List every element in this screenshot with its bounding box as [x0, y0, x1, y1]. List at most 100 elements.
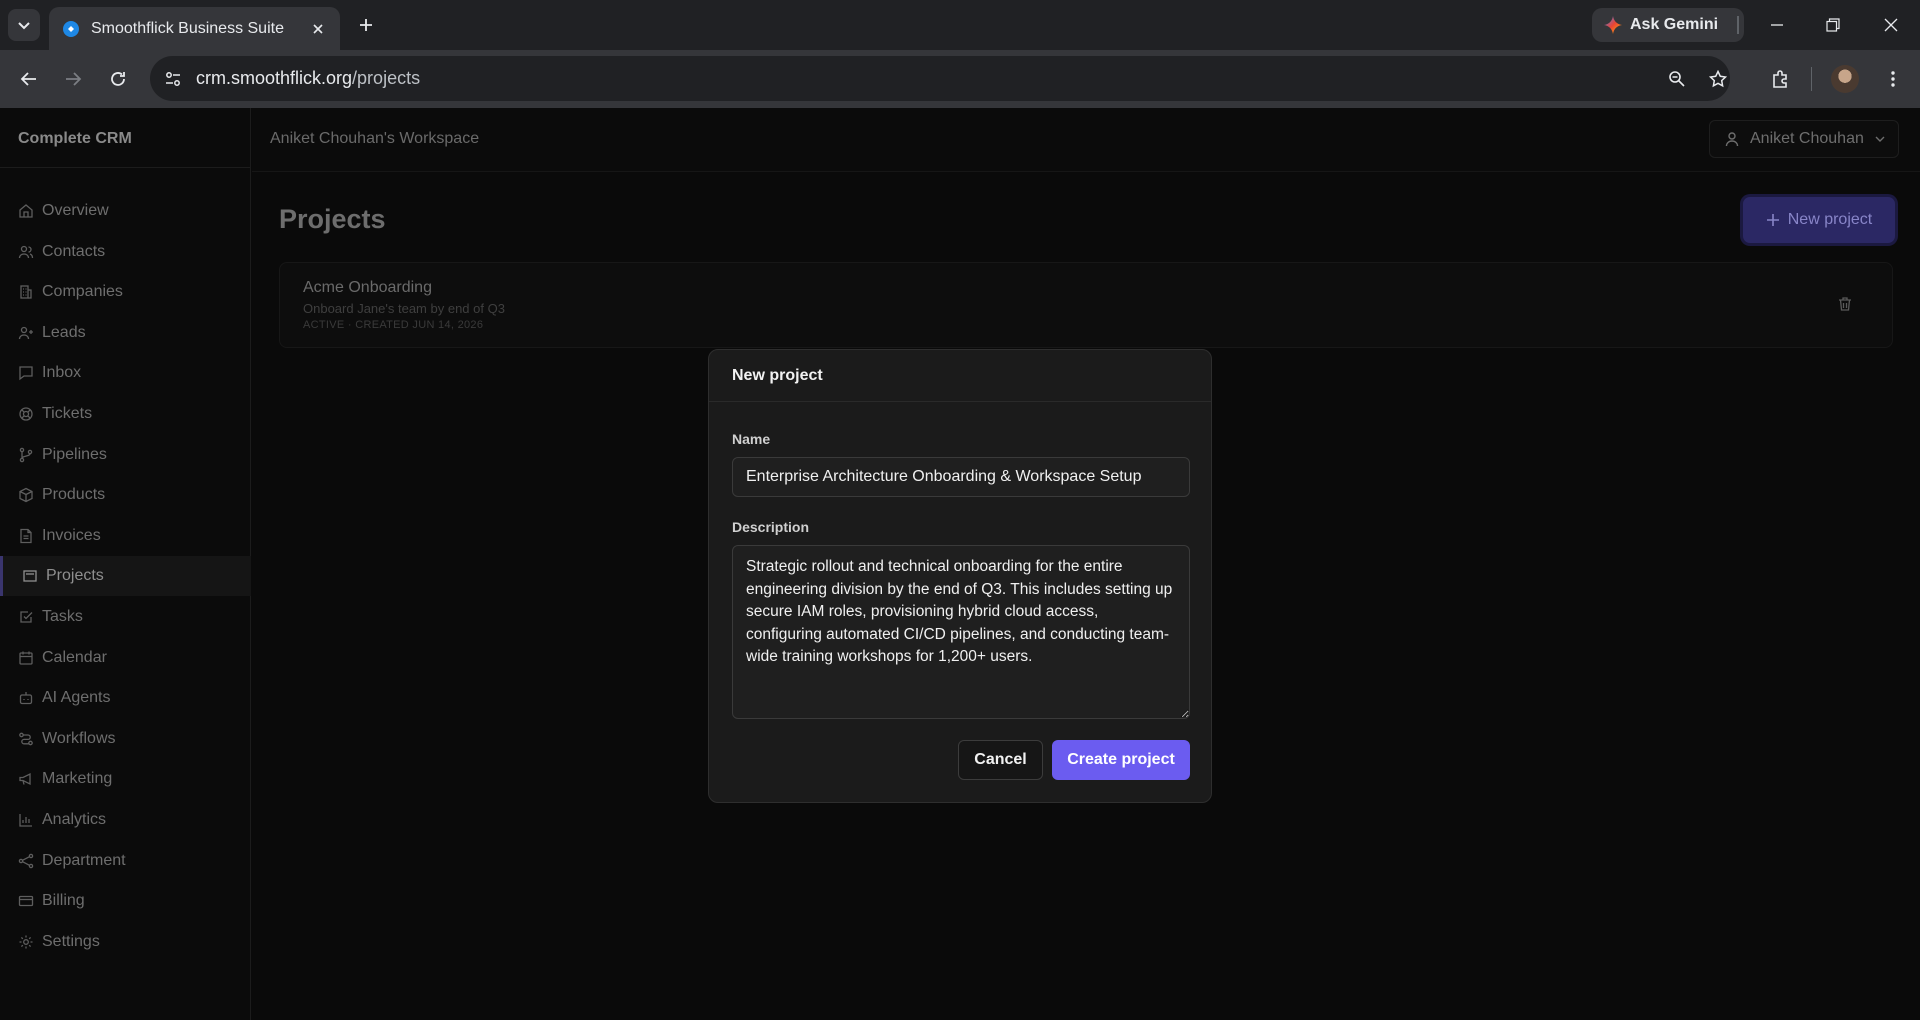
users-icon — [18, 245, 34, 258]
sidebar-item-department[interactable]: Department — [0, 841, 251, 881]
sidebar-item-invoices[interactable]: Invoices — [0, 516, 251, 556]
bookmark-star-icon[interactable] — [1703, 64, 1733, 94]
address-bar[interactable]: crm.smoothflick.org/projects — [150, 56, 1730, 101]
sidebar-item-label: Pipelines — [42, 445, 107, 463]
project-description-input[interactable]: Strategic rollout and technical onboardi… — [732, 545, 1190, 719]
browser-tab[interactable]: Smoothflick Business Suite — [49, 7, 340, 50]
chevron-down-icon — [18, 22, 30, 30]
sidebar-item-companies[interactable]: Companies — [0, 272, 251, 312]
project-name-input[interactable] — [732, 457, 1190, 497]
sidebar-item-label: Companies — [42, 283, 123, 301]
git-branch-icon — [19, 447, 33, 462]
new-project-label: New project — [1787, 211, 1873, 228]
profile-avatar[interactable] — [1831, 65, 1859, 93]
sidebar-item-label: Tasks — [42, 608, 83, 625]
sidebar-item-analytics[interactable]: Analytics — [0, 800, 251, 840]
sidebar-item-label: AI Agents — [42, 689, 111, 707]
sidebar-item-ai-agents[interactable]: AI Agents — [0, 678, 251, 718]
trash-icon — [1839, 297, 1851, 311]
sidebar-item-pipelines[interactable]: Pipelines — [0, 435, 251, 475]
puzzle-icon — [1773, 70, 1787, 88]
tab-search-button[interactable] — [8, 9, 40, 41]
gemini-sparkle-icon — [1604, 16, 1622, 34]
minimize-icon — [1771, 24, 1783, 26]
sidebar-item-billing[interactable]: Billing — [0, 881, 251, 921]
project-meta: ACTIVE · CREATED JUN 14, 2026 — [303, 319, 484, 331]
brand-name: Complete CRM — [0, 108, 250, 168]
sidebar-item-marketing[interactable]: Marketing — [0, 759, 251, 799]
browser-menu-button[interactable] — [1878, 64, 1908, 94]
plus-icon — [1766, 214, 1779, 226]
create-project-button[interactable]: Create project — [1052, 740, 1190, 780]
toolbar-separator — [1737, 16, 1739, 34]
url-text: crm.smoothflick.org/projects — [196, 68, 420, 89]
sidebar-item-settings[interactable]: Settings — [0, 922, 251, 962]
dialog-title: New project — [709, 350, 1211, 402]
user-plus-icon — [18, 326, 33, 339]
sidebar-item-inbox[interactable]: Inbox — [0, 353, 251, 393]
arrow-left-icon — [20, 72, 36, 86]
description-label: Description — [732, 519, 810, 535]
workflow-icon — [19, 732, 33, 746]
top-bar: Aniket Chouhan's Workspace Aniket Chouha… — [252, 108, 1920, 172]
sidebar-item-label: Projects — [46, 567, 104, 585]
back-button[interactable] — [14, 64, 44, 94]
ask-gemini-label: Ask Gemini — [1630, 16, 1719, 33]
delete-project-button[interactable] — [1837, 296, 1853, 317]
close-window-button[interactable] — [1876, 10, 1906, 40]
calendar-icon — [19, 651, 33, 665]
arrow-right-icon — [66, 72, 82, 86]
url-host: crm.smoothflick.org — [196, 68, 353, 88]
sidebar-item-label: Analytics — [42, 811, 107, 828]
megaphone-icon — [19, 773, 31, 786]
sidebar-item-label: Invoices — [42, 526, 101, 544]
new-tab-button[interactable] — [352, 11, 380, 39]
bot-icon — [19, 692, 33, 705]
browser-tab-bar: Smoothflick Business Suite Ask Gemini — [0, 0, 1920, 50]
building-icon — [20, 285, 32, 299]
file-text-icon — [20, 528, 32, 543]
restore-icon — [1826, 18, 1840, 32]
close-tab-icon[interactable] — [308, 19, 328, 39]
extensions-button[interactable] — [1766, 64, 1796, 94]
sidebar-item-overview[interactable]: Overview — [0, 191, 251, 231]
project-card[interactable]: Acme Onboarding Onboard Jane's team by e… — [279, 262, 1893, 348]
ask-gemini-button[interactable]: Ask Gemini — [1592, 8, 1744, 42]
user-menu-button[interactable]: Aniket Chouhan — [1709, 120, 1899, 158]
credit-card-icon — [18, 896, 34, 907]
forward-button[interactable] — [58, 64, 88, 94]
sidebar-item-contacts[interactable]: Contacts — [0, 232, 251, 272]
cancel-button[interactable]: Cancel — [958, 740, 1043, 780]
sidebar-item-label: Marketing — [42, 770, 113, 788]
check-square-icon — [20, 611, 33, 623]
reload-button[interactable] — [103, 64, 133, 94]
network-icon — [18, 853, 34, 868]
new-project-button[interactable]: New project — [1743, 197, 1895, 243]
sidebar-item-leads[interactable]: Leads — [0, 313, 251, 353]
project-description: Onboard Jane's team by end of Q3 — [303, 301, 505, 316]
sidebar-item-label: Inbox — [42, 364, 82, 382]
lifebuoy-icon — [19, 407, 33, 421]
sidebar-item-products[interactable]: Products — [0, 475, 251, 515]
sidebar-item-tasks[interactable]: Tasks — [0, 597, 251, 637]
sidebar-item-label: Department — [42, 851, 126, 869]
sidebar-item-label: Billing — [42, 892, 85, 910]
site-favicon-icon — [63, 20, 79, 37]
page-title: Projects — [279, 204, 386, 234]
sidebar-item-calendar[interactable]: Calendar — [0, 638, 251, 678]
user-icon — [1725, 132, 1739, 147]
sidebar-item-label: Workflows — [42, 729, 116, 747]
minimize-window-button[interactable] — [1762, 10, 1792, 40]
browser-toolbar: crm.smoothflick.org/projects — [0, 50, 1920, 108]
sidebar-item-workflows[interactable]: Workflows — [0, 719, 251, 759]
new-project-dialog: New project Name Description Strategic r… — [708, 349, 1212, 803]
site-info-icon[interactable] — [164, 70, 182, 88]
sidebar-item-label: Products — [42, 486, 106, 504]
sidebar-item-tickets[interactable]: Tickets — [0, 394, 251, 434]
zoom-icon[interactable] — [1662, 64, 1692, 94]
sidebar-item-label: Tickets — [42, 405, 93, 422]
restore-window-button[interactable] — [1818, 10, 1848, 40]
plus-icon — [360, 19, 372, 31]
name-label: Name — [732, 431, 771, 447]
sidebar-item-projects[interactable]: Projects — [0, 556, 251, 597]
